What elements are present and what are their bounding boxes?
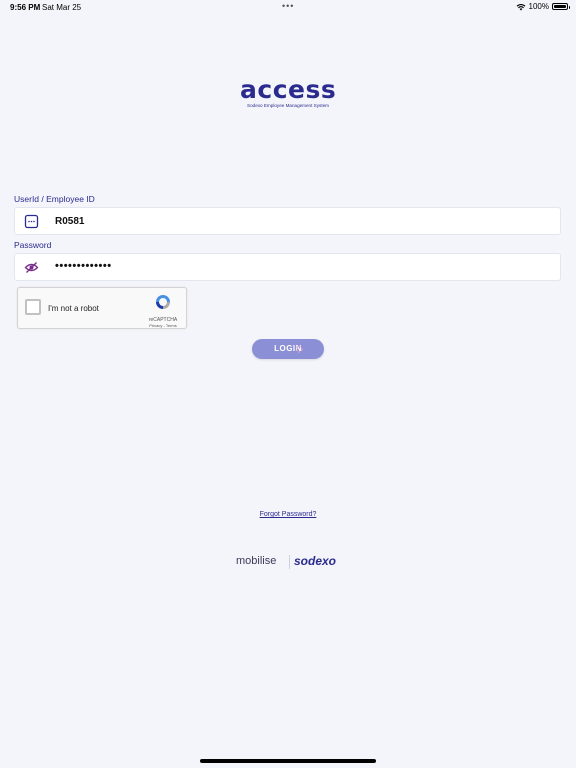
password-label: Password (14, 240, 52, 250)
home-indicator[interactable] (200, 759, 376, 763)
mobilise-logo: mobilise (236, 555, 277, 567)
recaptcha-brand: reCAPTCHA Privacy - Terms (146, 293, 180, 328)
forgot-password-link[interactable]: Forgot Password? (0, 511, 576, 518)
battery-percentage: 100% (528, 2, 549, 11)
sodexo-logo: sodexo (294, 554, 337, 568)
battery-icon (552, 3, 570, 10)
recaptcha-checkbox[interactable] (25, 299, 41, 315)
logo-tagline: Sodexo Employee Management System (247, 103, 329, 108)
recaptcha-privacy-terms[interactable]: Privacy - Terms (146, 323, 180, 328)
status-time: 9:56 PM (10, 3, 41, 12)
userid-value: R0581 (55, 216, 85, 227)
wifi-icon (516, 3, 525, 10)
userid-field[interactable]: R0581 (14, 207, 561, 235)
eye-slash-icon[interactable] (24, 260, 39, 275)
access-logo: access Sodexo Employee Management System (240, 75, 337, 108)
multitasking-dots-icon[interactable]: ••• (282, 1, 294, 11)
logo-wordmark: access (240, 75, 337, 104)
status-date: Sat Mar 25 (42, 3, 82, 12)
userid-label: UserId / Employee ID (14, 194, 95, 204)
password-field[interactable]: ••••••••••••• (14, 253, 561, 281)
loading-spinner-icon (295, 345, 303, 353)
recaptcha-label: I'm not a robot (48, 304, 99, 313)
recaptcha-logo-icon (156, 295, 170, 309)
password-value: ••••••••••••• (55, 260, 112, 272)
recaptcha-widget: I'm not a robot reCAPTCHA Privacy - Term… (17, 287, 187, 329)
footer-logos: mobilise sodexo (236, 553, 346, 569)
id-card-icon (24, 214, 39, 229)
logo-divider (289, 555, 290, 569)
status-bar: 9:56 PM Sat Mar 25 ••• 100% (0, 0, 576, 14)
login-button[interactable]: LOGIN (252, 339, 324, 359)
